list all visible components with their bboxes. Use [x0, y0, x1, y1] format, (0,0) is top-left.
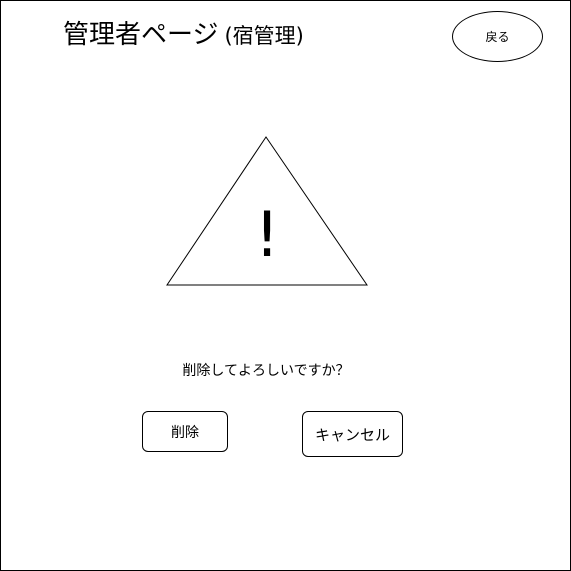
confirm-message: 削除してよろしいですか？ [182, 363, 350, 379]
exclamation-mark: ! [254, 198, 280, 271]
cancel-button[interactable]: キャンセル [302, 411, 403, 457]
delete-button[interactable]: 削除 [142, 411, 228, 452]
page-title-text: 管理者ページ [63, 20, 219, 50]
page-frame: 管理者ページ (宿管理) 戻る ! 削除してよろしいですか？ 削除 キャンセル [0, 0, 571, 571]
back-button[interactable]: 戻る [452, 11, 543, 62]
page-subtitle: (宿管理) [224, 24, 304, 48]
page-title: 管理者ページ (宿管理) [63, 16, 304, 57]
